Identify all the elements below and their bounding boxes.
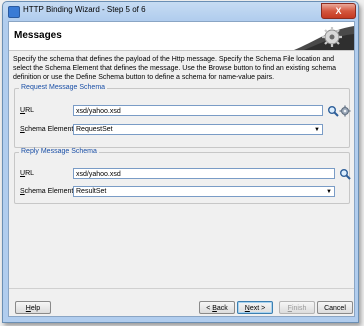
step-description: Specify the schema that defines the payl…	[13, 56, 336, 81]
title-bar[interactable]: HTTP Binding Wizard - Step 5 of 6 X	[3, 2, 358, 20]
reply-schema-group: Reply Message Schema URL xsd/yahoo.xsd S…	[14, 148, 351, 204]
back-button[interactable]: < Back	[199, 301, 235, 314]
reply-element-select[interactable]: ResultSet ▼	[73, 186, 335, 197]
request-element-label: Schema Element	[20, 126, 74, 133]
gear-icon	[294, 24, 354, 50]
reply-browse-button[interactable]	[339, 167, 351, 180]
search-icon	[340, 169, 351, 180]
request-schema-legend: Request Message Schema	[19, 84, 108, 91]
request-url-input[interactable]: xsd/yahoo.xsd	[73, 105, 323, 116]
help-button[interactable]: Help	[15, 301, 51, 314]
app-icon	[8, 6, 20, 18]
cancel-button[interactable]: Cancel	[317, 301, 353, 314]
footer-separator	[9, 288, 354, 289]
close-button[interactable]: X	[321, 3, 356, 19]
next-button[interactable]: Next >	[237, 301, 273, 314]
window-title: HTTP Binding Wizard - Step 5 of 6	[23, 5, 146, 14]
define-schema-button[interactable]	[339, 104, 351, 117]
finish-button[interactable]: Finish	[279, 301, 315, 314]
wizard-client-area: Messages Specify the schema that defines	[8, 21, 355, 317]
request-element-value: RequestSet	[76, 126, 113, 133]
wizard-header: Messages	[9, 22, 354, 51]
reply-element-value: ResultSet	[76, 188, 107, 195]
request-element-select[interactable]: RequestSet ▼	[73, 124, 323, 135]
wizard-window: HTTP Binding Wizard - Step 5 of 6 X Mess…	[2, 1, 359, 323]
request-schema-group: Request Message Schema URL xsd/yahoo.xsd…	[14, 84, 351, 148]
search-icon	[328, 106, 339, 117]
dropdown-arrow-icon: ▼	[326, 189, 332, 195]
define-schema-icon	[339, 105, 351, 117]
reply-url-input[interactable]: xsd/yahoo.xsd	[73, 168, 335, 179]
reply-schema-legend: Reply Message Schema	[19, 148, 99, 155]
request-url-label: URL	[20, 107, 35, 114]
reply-element-label: Schema Element	[20, 188, 74, 195]
dropdown-arrow-icon: ▼	[314, 127, 320, 133]
page-title: Messages	[14, 30, 62, 41]
reply-url-label: URL	[20, 170, 35, 177]
request-browse-button[interactable]	[327, 104, 339, 117]
